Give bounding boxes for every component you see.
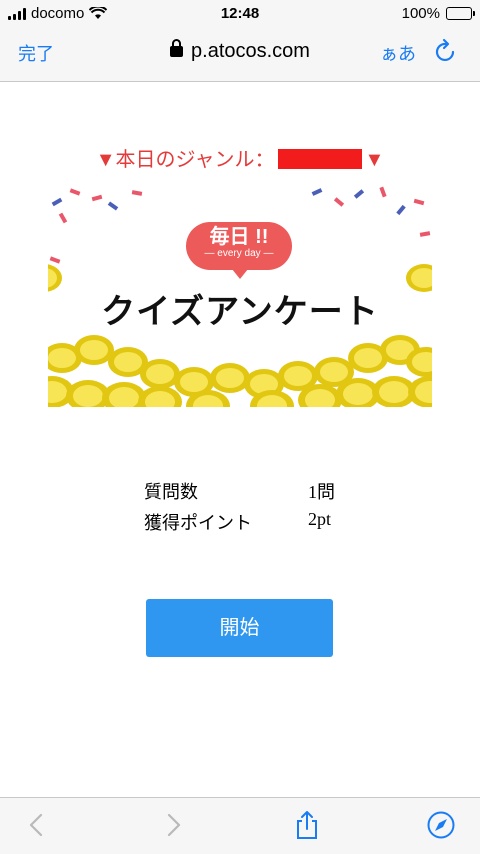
info-value: 2pt: [308, 509, 332, 529]
browser-nav: 完了 p.atocos.com ぁあ: [0, 30, 480, 74]
browser-top-bar: docomo 12:48 100% 完了 p.atocos.com ぁあ: [0, 0, 480, 82]
compass-icon[interactable]: [426, 810, 456, 840]
reload-icon[interactable]: [434, 38, 458, 64]
lock-icon: [170, 39, 184, 57]
start-button[interactable]: 開始: [146, 599, 333, 657]
text-size-button[interactable]: ぁあ: [380, 40, 416, 66]
battery-icon: [446, 7, 475, 20]
quiz-banner: P 毎日 !! — every day: [48, 186, 432, 407]
genre-line: ▼本日のジャンル： ▼: [0, 143, 480, 172]
every-day-badge: 毎日 !! — every day —: [186, 222, 292, 279]
back-icon[interactable]: [22, 810, 52, 840]
info-value: 1問: [308, 482, 335, 502]
share-icon[interactable]: [292, 810, 322, 840]
badge-sub-text: — every day —: [204, 248, 274, 259]
genre-redaction: [277, 149, 362, 169]
badge-main-text: 毎日 !!: [209, 226, 269, 248]
url-text: p.atocos.com: [191, 40, 310, 62]
forward-icon[interactable]: [158, 810, 188, 840]
battery-percent: 100%: [401, 5, 440, 22]
genre-prefix: ▼本日のジャンル：: [95, 149, 275, 171]
info-label: 質問数: [144, 482, 198, 502]
browser-bottom-toolbar: [0, 797, 480, 854]
banner-title: クイズアンケート: [101, 293, 379, 331]
genre-suffix: ▼: [364, 149, 385, 171]
info-label: 獲得ポイント: [144, 513, 252, 533]
status-bar: docomo 12:48 100%: [0, 0, 480, 28]
